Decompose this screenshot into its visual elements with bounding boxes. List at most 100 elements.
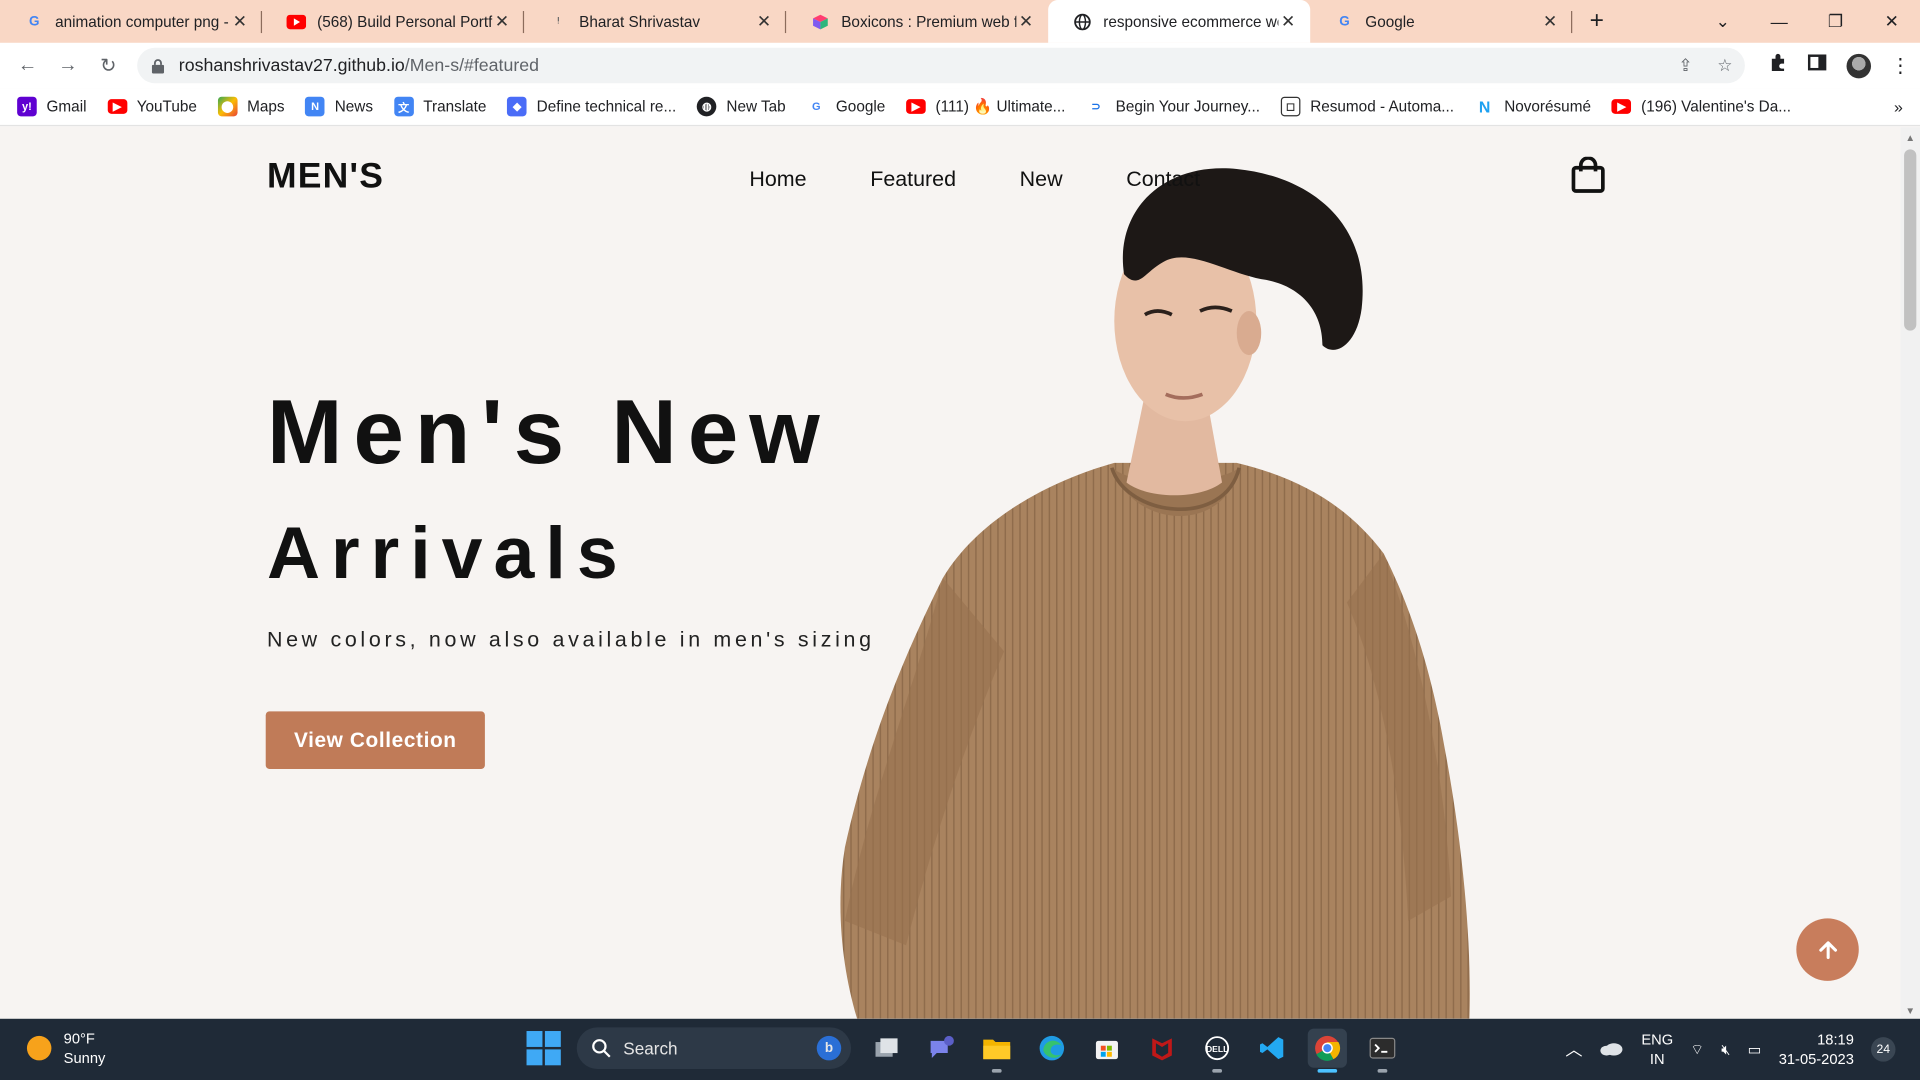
extensions-icon[interactable] (1768, 53, 1788, 79)
browser-tab[interactable]: Boxicons : Premium web frie ✕ (786, 0, 1048, 43)
bookmark-item[interactable]: ◍ New Tab (697, 96, 786, 117)
youtube-icon: ▶ (1611, 99, 1632, 114)
back-icon[interactable]: ← (7, 54, 47, 76)
bookmark-item[interactable]: ⊃ Begin Your Journey... (1086, 96, 1260, 117)
google-icon: G (1339, 14, 1350, 29)
nav-link-contact[interactable]: Contact (1126, 167, 1200, 193)
profile-avatar[interactable] (1846, 53, 1872, 78)
boxicons-icon (811, 12, 831, 32)
bookmark-star-icon[interactable]: ☆ (1717, 55, 1732, 76)
youtube-icon: ▶ (107, 99, 127, 114)
start-button[interactable] (526, 1031, 561, 1066)
tab-title: Boxicons : Premium web frie (841, 12, 1017, 31)
windows-taskbar: 90°F Sunny Search b DELL ︿ ENG IN ⌔ 🔇︎ ▭… (0, 1018, 1920, 1080)
bing-icon[interactable]: b (816, 1035, 842, 1061)
file-explorer-icon[interactable] (977, 1029, 1016, 1073)
bookmark-item[interactable]: N Novorésumé (1474, 96, 1591, 117)
search-label: Search (623, 1038, 678, 1058)
wifi-icon[interactable]: ⌔ (1690, 1040, 1704, 1058)
close-icon[interactable]: ✕ (492, 11, 512, 32)
minimize-icon[interactable]: — (1751, 12, 1807, 32)
microsoft-store-icon[interactable] (1087, 1029, 1126, 1068)
tab-title: Google (1365, 12, 1415, 31)
battery-icon[interactable]: ▭ (1748, 1041, 1762, 1058)
notifications-badge[interactable]: 24 (1871, 1037, 1896, 1062)
scroll-to-top-button[interactable] (1796, 918, 1859, 981)
mcafee-icon[interactable] (1142, 1029, 1181, 1068)
shopping-bag-icon[interactable] (1571, 156, 1605, 194)
google-icon: G (806, 96, 827, 117)
close-icon[interactable]: ✕ (1278, 11, 1298, 32)
google-icon: G (29, 14, 40, 29)
chevron-up-icon[interactable]: ︿ (1565, 1037, 1582, 1061)
bookmark-item[interactable]: ▶ YouTube (107, 98, 197, 115)
bookmarks-bar: y! Gmail ▶ YouTube ⬤ Maps N News 文 Translate … (0, 88, 1920, 127)
close-icon[interactable]: ✕ (1540, 11, 1560, 32)
scroll-up-arrow-icon[interactable]: ▲ (1900, 132, 1920, 143)
terminal-icon[interactable] (1363, 1029, 1402, 1073)
browser-toolbar: ← → ↻ roshanshrivastav27.github.io/Men-s… (0, 42, 1920, 89)
svg-text:DELL: DELL (1206, 1044, 1228, 1054)
site-logo[interactable]: MEN'S (267, 157, 384, 197)
nav-link-featured[interactable]: Featured (870, 167, 956, 193)
clock-time: 18:19 (1817, 1031, 1854, 1049)
bookmark-item[interactable]: ◆ Define technical re... (507, 96, 676, 117)
view-collection-button[interactable]: View Collection (265, 711, 485, 769)
hero-subtitle: New colors, now also available in men's … (266, 626, 875, 652)
task-view-icon[interactable] (867, 1029, 906, 1068)
bookmark-item[interactable]: G Google (806, 96, 885, 117)
youtube-icon (286, 12, 307, 32)
menu-kebab-icon[interactable]: ⋮ (1891, 53, 1911, 77)
side-panel-icon[interactable] (1807, 53, 1827, 79)
page-icon: ᵎ (557, 14, 560, 29)
browser-tab[interactable]: G Google ✕ (1310, 0, 1573, 43)
clock[interactable]: 18:19 31-05-2023 (1779, 1030, 1854, 1069)
scroll-down-arrow-icon[interactable]: ▼ (1900, 1005, 1920, 1016)
teams-chat-icon[interactable] (922, 1029, 961, 1068)
share-icon[interactable]: ⇪ (1678, 55, 1692, 76)
volume-muted-icon[interactable]: 🔇︎ (1721, 1040, 1730, 1058)
bookmark-item[interactable]: 文 Translate (393, 96, 486, 117)
scrollbar-thumb[interactable] (1904, 149, 1917, 331)
yahoo-icon: y! (17, 96, 37, 117)
resumod-icon: ◻ (1280, 96, 1301, 117)
reload-icon[interactable]: ↻ (88, 53, 128, 77)
new-tab-icon[interactable]: + (1572, 7, 1621, 35)
close-window-icon[interactable]: ✕ (1864, 11, 1920, 32)
close-icon[interactable]: ✕ (230, 11, 250, 32)
novoresume-icon: N (1474, 96, 1495, 117)
address-bar[interactable]: roshanshrivastav27.github.io/Men-s/#feat… (137, 47, 1745, 84)
browser-tab-active[interactable]: responsive ecommerce web ✕ (1048, 0, 1311, 43)
bookmark-item[interactable]: ▶ (111) 🔥 Ultimate... (906, 97, 1065, 115)
page-scrollbar[interactable]: ▲ ▼ (1900, 127, 1920, 1019)
close-icon[interactable]: ✕ (754, 11, 774, 32)
nav-link-home[interactable]: Home (749, 167, 806, 193)
more-bookmarks-icon[interactable]: » (1894, 97, 1903, 115)
bookmark-item[interactable]: ▶ (196) Valentine's Da... (1611, 98, 1791, 115)
weather-widget[interactable]: 90°F Sunny (26, 1029, 105, 1068)
onedrive-icon[interactable] (1600, 1040, 1624, 1058)
taskbar-search[interactable]: Search b (576, 1027, 852, 1069)
globe-icon (1073, 12, 1093, 32)
bookmark-item[interactable]: ◻ Resumod - Automa... (1280, 96, 1454, 117)
bookmark-item[interactable]: N News (305, 96, 373, 117)
restore-icon[interactable]: ❐ (1807, 11, 1863, 32)
browser-tab[interactable]: G animation computer png - G ✕ (0, 0, 263, 43)
chrome-icon[interactable] (1307, 1028, 1347, 1073)
arrow-up-icon (1818, 940, 1837, 959)
url-path: /Men-s/#featured (404, 55, 540, 76)
dell-icon[interactable]: DELL (1198, 1029, 1237, 1073)
edge-icon[interactable] (1032, 1029, 1071, 1068)
forward-icon[interactable]: → (48, 54, 88, 76)
translate-icon: 文 (393, 96, 414, 117)
bookmark-item[interactable]: ⬤ Maps (217, 96, 285, 117)
vscode-icon[interactable] (1253, 1029, 1292, 1068)
close-icon[interactable]: ✕ (1016, 11, 1036, 32)
browser-tab[interactable]: (568) Build Personal Portfoli ✕ (262, 0, 525, 43)
tab-search-icon[interactable]: ⌄ (1695, 11, 1751, 32)
search-icon (592, 1039, 611, 1058)
bookmark-item[interactable]: y! Gmail (17, 96, 87, 117)
nav-link-new[interactable]: New (1020, 167, 1063, 193)
language-indicator[interactable]: ENG IN (1641, 1030, 1673, 1069)
browser-tab[interactable]: ᵎ Bharat Shrivastav ✕ (524, 0, 787, 43)
